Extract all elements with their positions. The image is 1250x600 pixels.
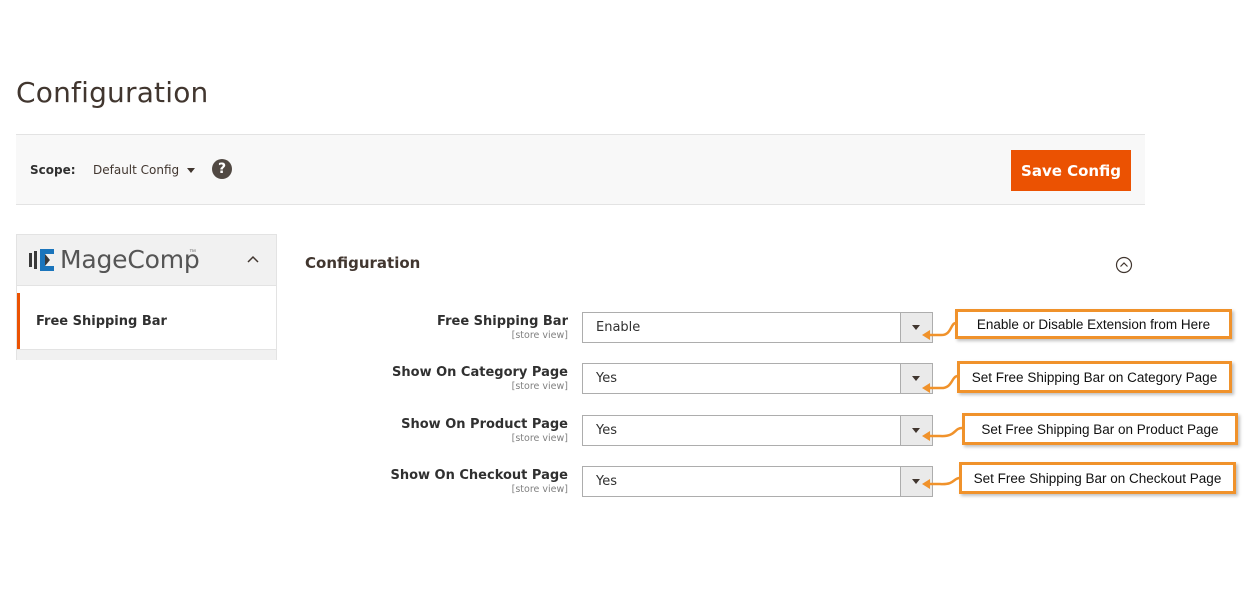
select-value: Enable xyxy=(596,320,641,335)
help-icon[interactable]: ? xyxy=(212,159,232,179)
field-label-show-on-category-page: Show On Category Page xyxy=(392,365,568,380)
chevron-down-icon xyxy=(187,168,196,173)
save-config-button[interactable]: Save Config xyxy=(1011,150,1131,191)
select-value: Yes xyxy=(596,371,617,386)
annotation-callout: Set Free Shipping Bar on Product Page xyxy=(962,413,1238,445)
magecomp-logo-icon xyxy=(29,249,54,271)
annotation-callout: Set Free Shipping Bar on Category Page xyxy=(957,361,1232,393)
sidebar-item-label: Free Shipping Bar xyxy=(36,314,167,329)
annotation-callout: Set Free Shipping Bar on Checkout Page xyxy=(959,462,1236,494)
free-shipping-bar-select[interactable]: Enable xyxy=(582,312,933,343)
chevron-up-icon[interactable] xyxy=(247,255,259,263)
show-on-product-page-select[interactable]: Yes xyxy=(582,415,933,446)
field-scope: [store view] xyxy=(511,484,568,495)
show-on-category-page-select[interactable]: Yes xyxy=(582,363,933,394)
field-label-show-on-product-page: Show On Product Page xyxy=(401,417,568,432)
field-scope: [store view] xyxy=(511,381,568,392)
arrow-icon xyxy=(922,476,961,489)
sidebar-tab-magecomp[interactable]: MageComp ™ xyxy=(17,235,276,286)
field-scope: [store view] xyxy=(511,433,568,444)
scope-bar: Scope: Default Config ? Save Config xyxy=(16,134,1145,205)
select-value: Yes xyxy=(596,474,617,489)
arrow-icon xyxy=(922,321,957,340)
scope-label: Scope: xyxy=(30,163,76,177)
field-scope: [store view] xyxy=(511,330,568,341)
config-sidebar: MageComp ™ Free Shipping Bar xyxy=(16,234,277,360)
scope-switcher[interactable]: Default Config xyxy=(93,163,196,177)
annotation-callout: Enable or Disable Extension from Here xyxy=(955,309,1232,339)
field-label-free-shipping-bar: Free Shipping Bar xyxy=(437,314,568,329)
field-label-show-on-checkout-page: Show On Checkout Page xyxy=(390,468,568,483)
show-on-checkout-page-select[interactable]: Yes xyxy=(582,466,933,497)
sidebar-footer xyxy=(17,349,276,360)
select-value: Yes xyxy=(596,423,617,438)
section-collapse-icon[interactable] xyxy=(1115,256,1133,274)
scope-current-value: Default Config xyxy=(93,163,180,177)
page-title: Configuration xyxy=(16,76,209,109)
arrow-icon xyxy=(922,426,963,441)
brand-trademark: ™ xyxy=(189,249,196,256)
arrow-icon xyxy=(922,374,959,393)
section-title[interactable]: Configuration xyxy=(305,254,420,272)
sidebar-item-free-shipping-bar[interactable]: Free Shipping Bar xyxy=(17,293,276,349)
brand-name: MageComp xyxy=(60,245,200,274)
